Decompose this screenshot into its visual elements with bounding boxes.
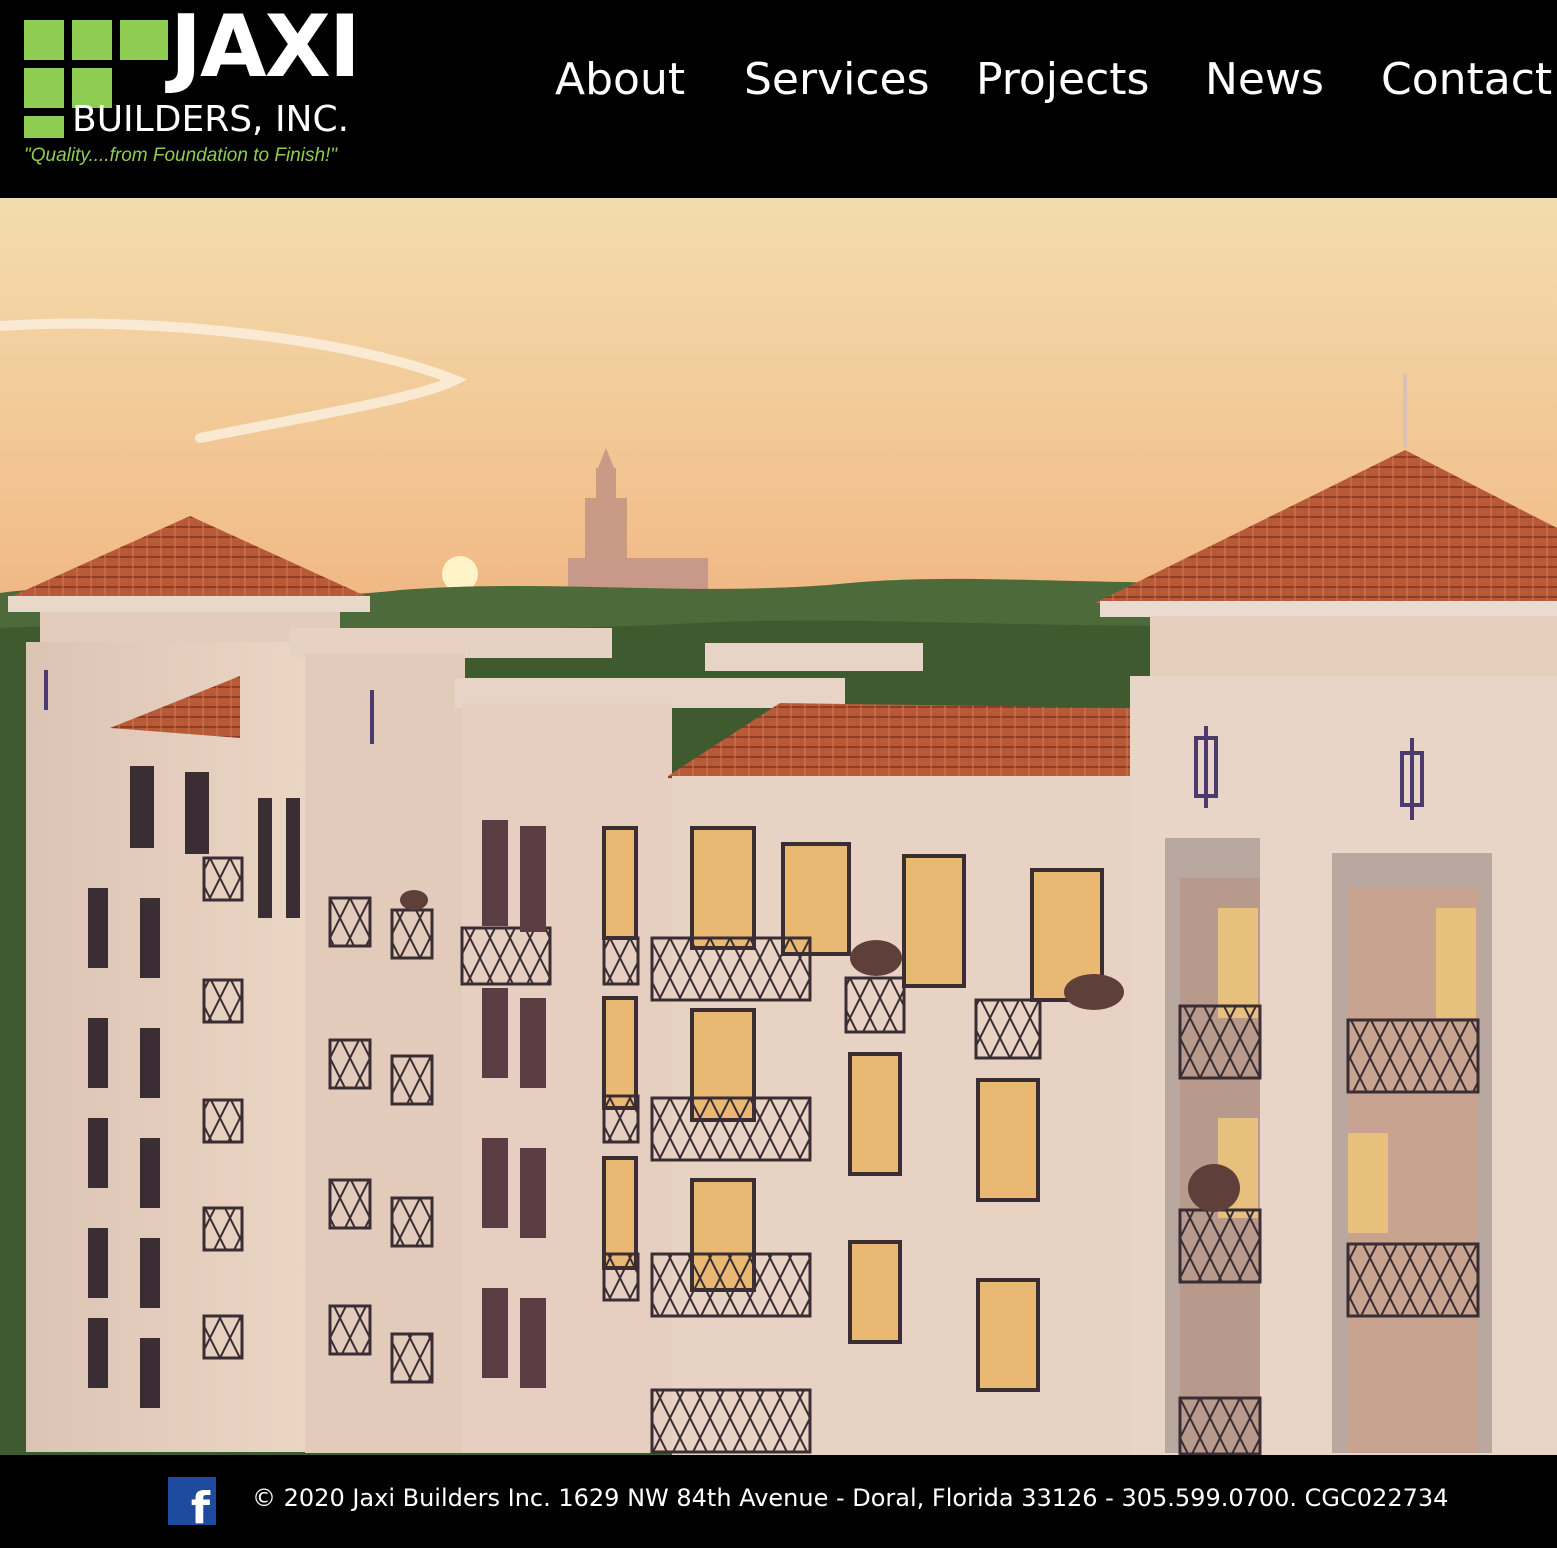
site-footer: f © 2020 Jaxi Builders Inc. 1629 NW 84th… — [0, 1455, 1557, 1548]
nav-services[interactable]: Services — [744, 52, 930, 108]
building-rendering — [0, 198, 1557, 1455]
logo-tagline: "Quality....from Foundation to Finish!" — [24, 145, 338, 166]
footer-copyright: © 2020 Jaxi Builders Inc. 1629 NW 84th A… — [252, 1484, 1449, 1512]
main-nav: About Services Projects News Contact — [0, 52, 1557, 112]
site-header: JAXI BUILDERS, INC. "Quality....from Fou… — [0, 0, 1557, 198]
nav-about[interactable]: About — [555, 52, 685, 108]
facebook-icon[interactable]: f — [168, 1477, 216, 1531]
nav-contact[interactable]: Contact — [1381, 52, 1552, 108]
hero-image — [0, 198, 1557, 1455]
nav-news[interactable]: News — [1205, 52, 1324, 108]
nav-projects[interactable]: Projects — [976, 52, 1149, 108]
